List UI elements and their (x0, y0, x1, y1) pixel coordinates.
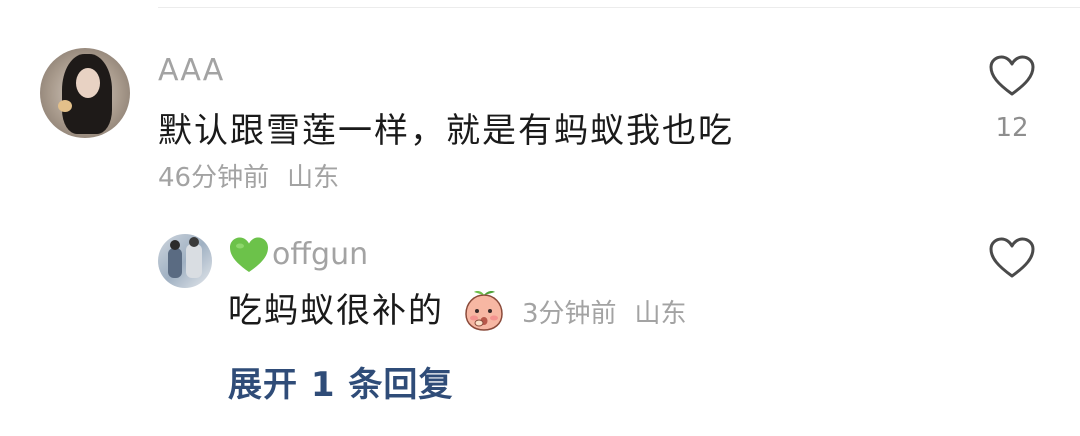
avatar-head (170, 240, 180, 250)
reply-time: 3分钟前 (522, 299, 617, 329)
top-divider (158, 7, 1080, 8)
avatar-hand (58, 100, 72, 112)
peach-face-emoji-icon (465, 291, 503, 331)
avatar-face (76, 68, 100, 98)
reply-username[interactable]: offgun (272, 237, 368, 273)
reply-meta: 3分钟前 山东 (522, 298, 687, 330)
comment-username[interactable]: AAA (158, 53, 224, 89)
like-count: 12 (995, 113, 1029, 143)
avatar-head (189, 237, 199, 247)
avatar-figure (186, 244, 202, 278)
comment-meta: 46分钟前 山东 (158, 162, 339, 194)
comment-location: 山东 (287, 163, 340, 193)
reply-text[interactable]: 吃蚂蚁很补的 (228, 290, 444, 332)
comment-avatar[interactable] (40, 48, 130, 138)
avatar-figure (168, 248, 182, 278)
reply-location: 山东 (634, 299, 687, 329)
reply-avatar[interactable] (158, 234, 212, 288)
like-heart-icon[interactable] (988, 54, 1036, 98)
comment-text[interactable]: 默认跟雪莲一样，就是有蚂蚁我也吃 (158, 110, 734, 152)
expand-replies-link[interactable]: 展开 1 条回复 (228, 364, 453, 406)
comment-time: 46分钟前 (158, 163, 270, 193)
green-heart-icon (230, 237, 268, 272)
reply-like-heart-icon[interactable] (988, 236, 1036, 280)
